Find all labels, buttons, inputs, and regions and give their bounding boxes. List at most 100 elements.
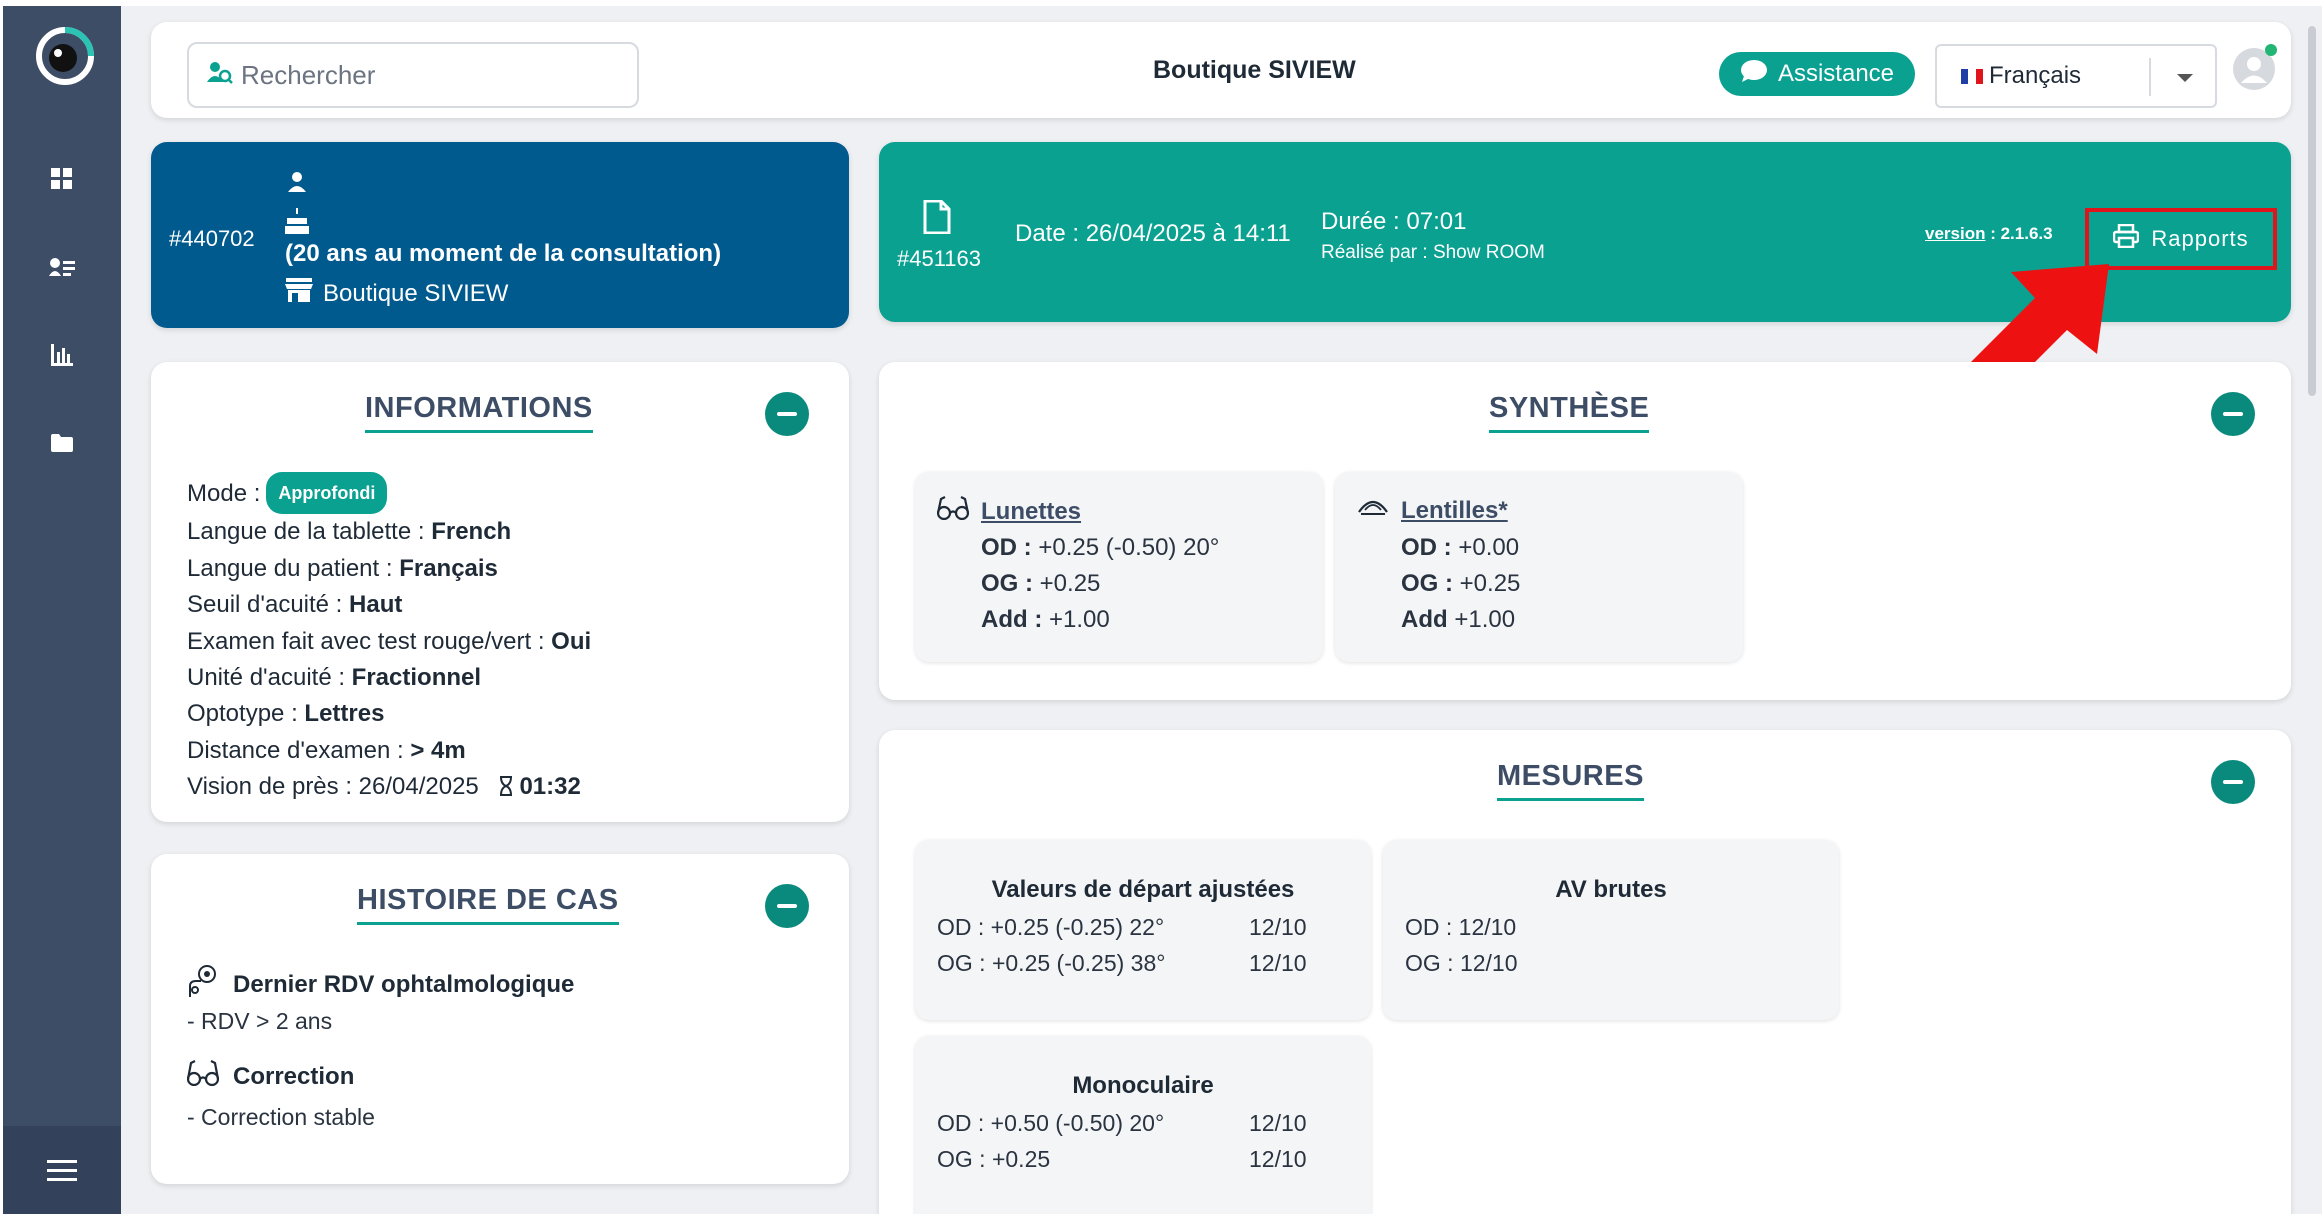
app-version: version : 2.1.6.3 (1925, 224, 2053, 244)
lentilles-add: Add +1.00 (1401, 606, 1516, 633)
info-row: Distance d'examen : > 4m (187, 736, 466, 764)
valeurs-og-av: 12/10 (1249, 950, 1307, 976)
dashboard-icon[interactable] (47, 164, 77, 194)
lentilles-card: Lentilles* OD : +0.00 OG : +0.25 Add +1.… (1335, 472, 1743, 662)
case-item-heading: Dernier RDV ophtalmologique (187, 964, 574, 1005)
printer-icon (2113, 223, 2140, 254)
glasses-icon (186, 1060, 220, 1093)
minus-icon (2223, 412, 2243, 416)
store-name: Boutique SIVIEW (323, 279, 509, 307)
valeurs-od-av: 12/10 (1249, 914, 1307, 940)
store-row: Boutique SIVIEW (285, 278, 508, 309)
av-brutes-od: OD : 12/10 (1405, 914, 1517, 940)
contact-lens-icon (1357, 496, 1389, 525)
top-bar: Rechercher Boutique SIVIEW Assistance Fr… (151, 22, 2291, 118)
hamburger-menu-icon[interactable] (3, 1126, 121, 1214)
informations-list: Mode : Approfondi Langue de la tablette :… (187, 472, 591, 808)
case-item-heading: Correction (186, 1060, 354, 1093)
histoire-card: HISTOIRE DE CAS Dernier RDV ophtalmologi… (151, 854, 849, 1184)
performed-by: Réalisé par : Show ROOM (1321, 242, 1545, 263)
language-select[interactable]: Français (1935, 44, 2217, 108)
version-label[interactable]: version (1925, 224, 1985, 243)
mesures-card: MESURES Valeurs de départ ajustées OD : … (879, 730, 2291, 1214)
collapse-histoire-button[interactable] (765, 884, 809, 928)
assistance-label: Assistance (1777, 60, 1895, 87)
lunettes-od: OD : +0.25 (-0.50) 20° (981, 534, 1220, 561)
collapse-mesures-button[interactable] (2211, 760, 2255, 804)
patient-row (285, 170, 309, 201)
reports-label: Rapports (2151, 226, 2249, 251)
app-logo[interactable] (33, 24, 97, 88)
ophthalmologist-icon (187, 964, 219, 1005)
monoculaire-og-av: 12/10 (1249, 1146, 1307, 1172)
av-brutes-title: AV brutes (1555, 876, 1667, 903)
info-row: Optotype : Lettres (187, 700, 385, 728)
case-item-text: - RDV > 2 ans (187, 1008, 333, 1034)
synthese-card: SYNTHÈSE Lunettes OD : +0.25 (-0.50) 20°… (879, 362, 2291, 700)
lentilles-od: OD : +0.00 (1401, 534, 1520, 561)
consultation-id: #451163 (897, 246, 982, 271)
glasses-icon (936, 496, 970, 527)
monoculaire-card: Monoculaire OD : +0.50 (-0.50) 20° 12/10… (915, 1036, 1371, 1214)
valeurs-od: OD : +0.25 (-0.25) 22° (937, 914, 1165, 940)
minus-icon (777, 412, 797, 416)
collapse-synthese-button[interactable] (2211, 392, 2255, 436)
sidebar (3, 6, 121, 1214)
mode-badge: Approfondi (266, 472, 388, 515)
search-input[interactable]: Rechercher (187, 42, 639, 108)
monoculaire-od-av: 12/10 (1249, 1110, 1307, 1136)
case-item-text: - Correction stable (187, 1104, 375, 1130)
chat-bubble-icon (1740, 59, 1768, 90)
lunettes-og: OG : +0.25 (981, 570, 1101, 597)
birthday-row (285, 208, 309, 241)
lentilles-og: OG : +0.25 (1401, 570, 1521, 597)
av-brutes-og: OG : 12/10 (1405, 950, 1518, 976)
folder-icon[interactable] (47, 428, 77, 458)
collapse-informations-button[interactable] (765, 392, 809, 436)
valeurs-depart-title: Valeurs de départ ajustées (991, 876, 1295, 903)
select-divider (2149, 58, 2151, 96)
consultation-date: Date : 26/04/2025 à 14:11 (1015, 220, 1291, 247)
lentilles-heading[interactable]: Lentilles* (1357, 496, 1508, 525)
statistics-icon[interactable] (47, 340, 77, 370)
minus-icon (2223, 780, 2243, 784)
lunettes-heading[interactable]: Lunettes (936, 496, 1081, 527)
informations-card: INFORMATIONS Mode : Approfondi Langue de … (151, 362, 849, 822)
mesures-title: MESURES (1497, 760, 1644, 801)
mode-row: Mode : Approfondi (187, 472, 591, 515)
lunettes-card: Lunettes OD : +0.25 (-0.50) 20° OG : +0.… (915, 472, 1323, 662)
language-selected: Français (1989, 62, 2082, 89)
av-brutes-card: AV brutes OD : 12/10 OG : 12/10 (1383, 840, 1839, 1020)
hourglass-icon (499, 771, 513, 807)
minus-icon (777, 904, 797, 908)
monoculaire-og: OG : +0.25 (937, 1146, 1051, 1172)
synthese-title: SYNTHÈSE (1489, 392, 1650, 433)
patient-banner: #440702 (20 ans au moment de la consulta… (151, 142, 849, 328)
consultation-duration: Durée : 07:01 (1321, 208, 1467, 235)
chevron-down-icon[interactable] (2177, 74, 2193, 82)
info-row: Langue du patient : Français (187, 554, 498, 582)
birthday-cake-icon (285, 208, 309, 241)
lunettes-add: Add : +1.00 (981, 606, 1110, 633)
near-vision-row: Vision de près : 26/04/2025 01:32 (187, 769, 591, 807)
informations-title: INFORMATIONS (365, 392, 593, 433)
valeurs-og: OG : +0.25 (-0.25) 38° (937, 950, 1166, 976)
patient-search-icon (207, 60, 233, 91)
assistance-button[interactable]: Assistance (1719, 52, 1915, 96)
patient-id: #440702 (169, 226, 255, 251)
valeurs-depart-card: Valeurs de départ ajustées OD : +0.25 (-… (915, 840, 1371, 1020)
monoculaire-od: OD : +0.50 (-0.50) 20° (937, 1110, 1165, 1136)
main-content: Rechercher Boutique SIVIEW Assistance Fr… (121, 6, 2322, 1214)
search-placeholder: Rechercher (241, 59, 376, 90)
online-status-dot (2265, 44, 2277, 56)
info-row: Seuil d'acuité : Haut (187, 591, 403, 619)
info-row: Langue de la tablette : French (187, 518, 512, 546)
monoculaire-title: Monoculaire (1072, 1072, 1214, 1099)
document-icon (923, 199, 951, 239)
patients-list-icon[interactable] (47, 252, 77, 282)
histoire-title: HISTOIRE DE CAS (357, 884, 619, 925)
version-value: : 2.1.6.3 (1985, 224, 2053, 243)
scrollbar[interactable] (2308, 26, 2316, 396)
info-row: Examen fait avec test rouge/vert : Oui (187, 627, 592, 655)
age-note: (20 ans au moment de la consultation) (285, 240, 722, 267)
